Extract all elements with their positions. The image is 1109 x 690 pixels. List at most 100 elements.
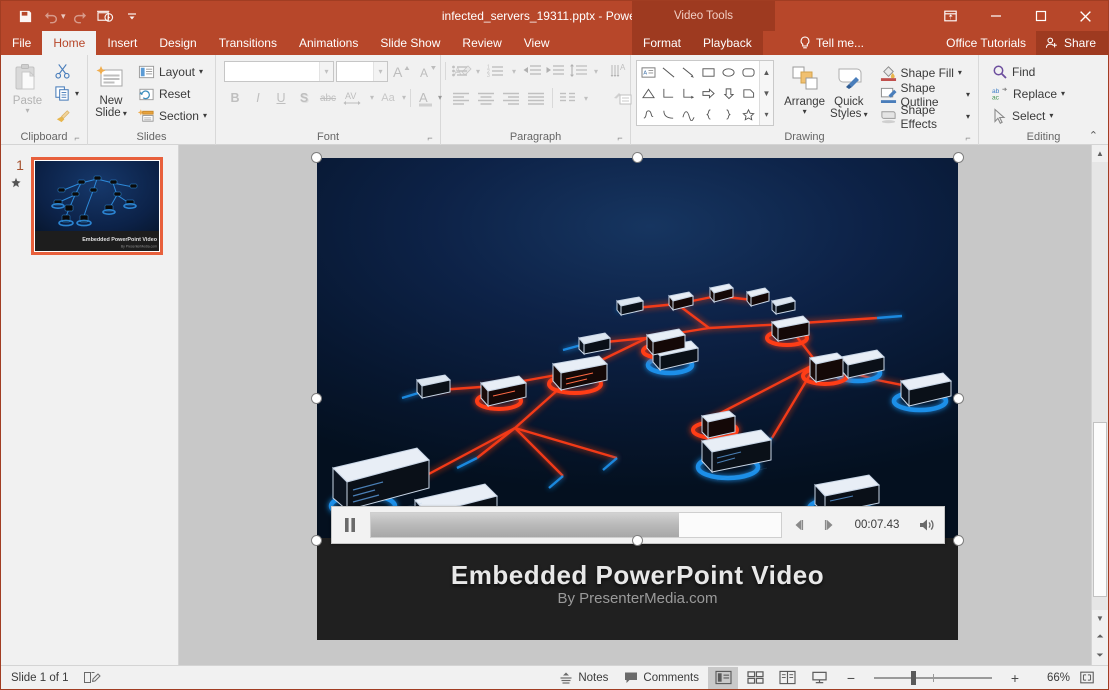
text-shadow-button[interactable]: S	[293, 88, 315, 109]
shape-arrow-icon[interactable]	[678, 62, 698, 83]
save-icon[interactable]	[13, 4, 37, 28]
tab-format[interactable]: Format	[632, 31, 692, 55]
replace-dropdown-icon[interactable]: ▾	[1061, 89, 1065, 98]
shapes-gallery-scrollbar[interactable]: ▲ ▼ ▾	[759, 61, 773, 125]
selected-video-frame[interactable]: Embedded PowerPoint Video By PresenterMe…	[311, 152, 964, 640]
text-direction-button[interactable]: A	[609, 61, 631, 82]
zoom-level-label[interactable]: 66%	[1032, 672, 1070, 684]
underline-button[interactable]: U	[270, 88, 292, 109]
replace-button[interactable]: ab ac Replace ▾	[989, 83, 1068, 104]
tab-file[interactable]: File	[1, 31, 43, 55]
columns-button[interactable]	[557, 88, 579, 109]
office-tutorials-link[interactable]: Office Tutorials	[936, 36, 1036, 50]
character-spacing-dropdown-icon[interactable]: ▾	[370, 94, 374, 102]
tab-review[interactable]: Review	[451, 31, 512, 55]
tab-insert[interactable]: Insert	[96, 31, 148, 55]
paste-dropdown-icon[interactable]: ▾	[25, 107, 29, 115]
scrollbar-thumb[interactable]	[1093, 421, 1107, 597]
paragraph-dialog-launcher-icon[interactable]: ⌐	[615, 133, 625, 143]
move-forward-button[interactable]	[814, 507, 844, 543]
shape-effects-dropdown-icon[interactable]: ▾	[966, 112, 970, 121]
ribbon-display-options-icon[interactable]	[928, 1, 973, 31]
font-name-combo[interactable]: ▾	[224, 60, 334, 82]
shape-line-icon[interactable]	[658, 62, 678, 83]
pause-button[interactable]	[332, 507, 368, 543]
cut-button[interactable]	[51, 61, 82, 82]
columns-dropdown-icon[interactable]: ▾	[580, 88, 592, 109]
comments-button[interactable]: Comments	[617, 667, 706, 689]
shape-rounded-rect-icon[interactable]	[738, 62, 758, 83]
tab-slide-show[interactable]: Slide Show	[369, 31, 451, 55]
fit-slide-to-window-button[interactable]	[1072, 667, 1102, 689]
gallery-scroll-down-icon[interactable]: ▼	[760, 83, 773, 103]
shape-right-arrow-icon[interactable]	[698, 83, 718, 104]
gallery-scroll-up-icon[interactable]: ▲	[760, 62, 773, 82]
change-case-button[interactable]: Aa	[375, 88, 401, 109]
shape-scribble-icon[interactable]	[638, 104, 658, 125]
copy-dropdown-icon[interactable]: ▾	[75, 89, 79, 98]
zoom-slider-thumb[interactable]	[910, 670, 916, 685]
section-button[interactable]: Section ▾	[135, 105, 210, 126]
decrease-font-size-button[interactable]: A	[416, 61, 440, 82]
shapes-gallery[interactable]: A ▲ ▼ ▾	[636, 60, 774, 126]
format-painter-button[interactable]	[51, 105, 82, 126]
tab-animations[interactable]: Animations	[288, 31, 369, 55]
align-right-button[interactable]	[499, 88, 523, 109]
resize-handle-top-center[interactable]	[632, 152, 643, 163]
shape-textbox-icon[interactable]: A	[638, 62, 658, 83]
align-center-button[interactable]	[474, 88, 498, 109]
numbering-dropdown-icon[interactable]: ▾	[508, 61, 520, 82]
font-dialog-launcher-icon[interactable]: ⌐	[425, 133, 435, 143]
zoom-in-button[interactable]: +	[1000, 667, 1030, 689]
decrease-indent-button[interactable]	[521, 61, 543, 82]
thumbnail-row[interactable]: 1 Embedded PowerPoint Video By Presenter…	[1, 157, 178, 255]
shape-elbow-arrow-icon[interactable]	[678, 83, 698, 104]
resize-handle-middle-left[interactable]	[311, 393, 322, 404]
shape-star-icon[interactable]	[738, 104, 758, 125]
quick-styles-button[interactable]: Quick Styles ▾	[827, 60, 870, 120]
select-dropdown-icon[interactable]: ▾	[1049, 111, 1053, 120]
shape-fill-dropdown-icon[interactable]: ▾	[958, 68, 962, 77]
bold-button[interactable]: B	[224, 88, 246, 109]
shape-curve-icon[interactable]	[658, 104, 678, 125]
shape-elbow-connector-icon[interactable]	[658, 83, 678, 104]
resize-handle-top-left[interactable]	[311, 152, 322, 163]
shape-down-arrow-icon[interactable]	[718, 83, 738, 104]
slide-editing-area[interactable]: Embedded PowerPoint Video By PresenterMe…	[179, 145, 1108, 665]
align-left-button[interactable]	[449, 88, 473, 109]
redo-icon[interactable]	[68, 4, 92, 28]
maximize-icon[interactable]	[1018, 1, 1063, 31]
copy-button[interactable]: ▾	[51, 83, 82, 104]
numbering-button[interactable]: 123	[485, 61, 507, 82]
notes-button[interactable]: Notes	[552, 667, 615, 689]
gallery-more-icon[interactable]: ▾	[760, 104, 773, 124]
section-dropdown-icon[interactable]: ▾	[203, 111, 207, 120]
line-spacing-dropdown-icon[interactable]: ▾	[590, 61, 602, 82]
undo-dropdown-icon[interactable]: ▾	[61, 11, 66, 22]
font-size-dropdown-icon[interactable]: ▾	[373, 61, 387, 81]
resize-handle-top-right[interactable]	[953, 152, 964, 163]
font-name-dropdown-icon[interactable]: ▾	[319, 61, 333, 81]
tab-view[interactable]: View	[513, 31, 561, 55]
shape-arc-icon[interactable]	[678, 104, 698, 125]
video-progress-bar[interactable]	[370, 512, 782, 538]
layout-dropdown-icon[interactable]: ▾	[199, 67, 203, 76]
normal-view-button[interactable]	[708, 666, 738, 689]
resize-handle-bottom-center[interactable]	[632, 535, 643, 546]
zoom-out-button[interactable]: −	[836, 667, 866, 689]
minimize-icon[interactable]	[973, 1, 1018, 31]
line-spacing-button[interactable]	[567, 61, 589, 82]
find-button[interactable]: Find	[989, 61, 1068, 82]
slide-vertical-scrollbar[interactable]: ▲ ▼ ⏶ ⏷	[1091, 145, 1108, 665]
scroll-down-icon[interactable]: ▼	[1092, 610, 1108, 627]
drawing-dialog-launcher-icon[interactable]: ⌐	[963, 133, 973, 143]
undo-icon[interactable]	[39, 4, 63, 28]
scroll-up-icon[interactable]: ▲	[1092, 145, 1108, 162]
tab-transitions[interactable]: Transitions	[208, 31, 288, 55]
justify-button[interactable]	[524, 88, 548, 109]
previous-slide-icon[interactable]: ⏶	[1092, 627, 1108, 646]
reading-view-button[interactable]	[772, 667, 802, 689]
spelling-and-grammar-icon[interactable]	[83, 670, 101, 685]
paste-button[interactable]: Paste ▾	[6, 59, 49, 115]
reset-button[interactable]: Reset	[135, 83, 210, 104]
